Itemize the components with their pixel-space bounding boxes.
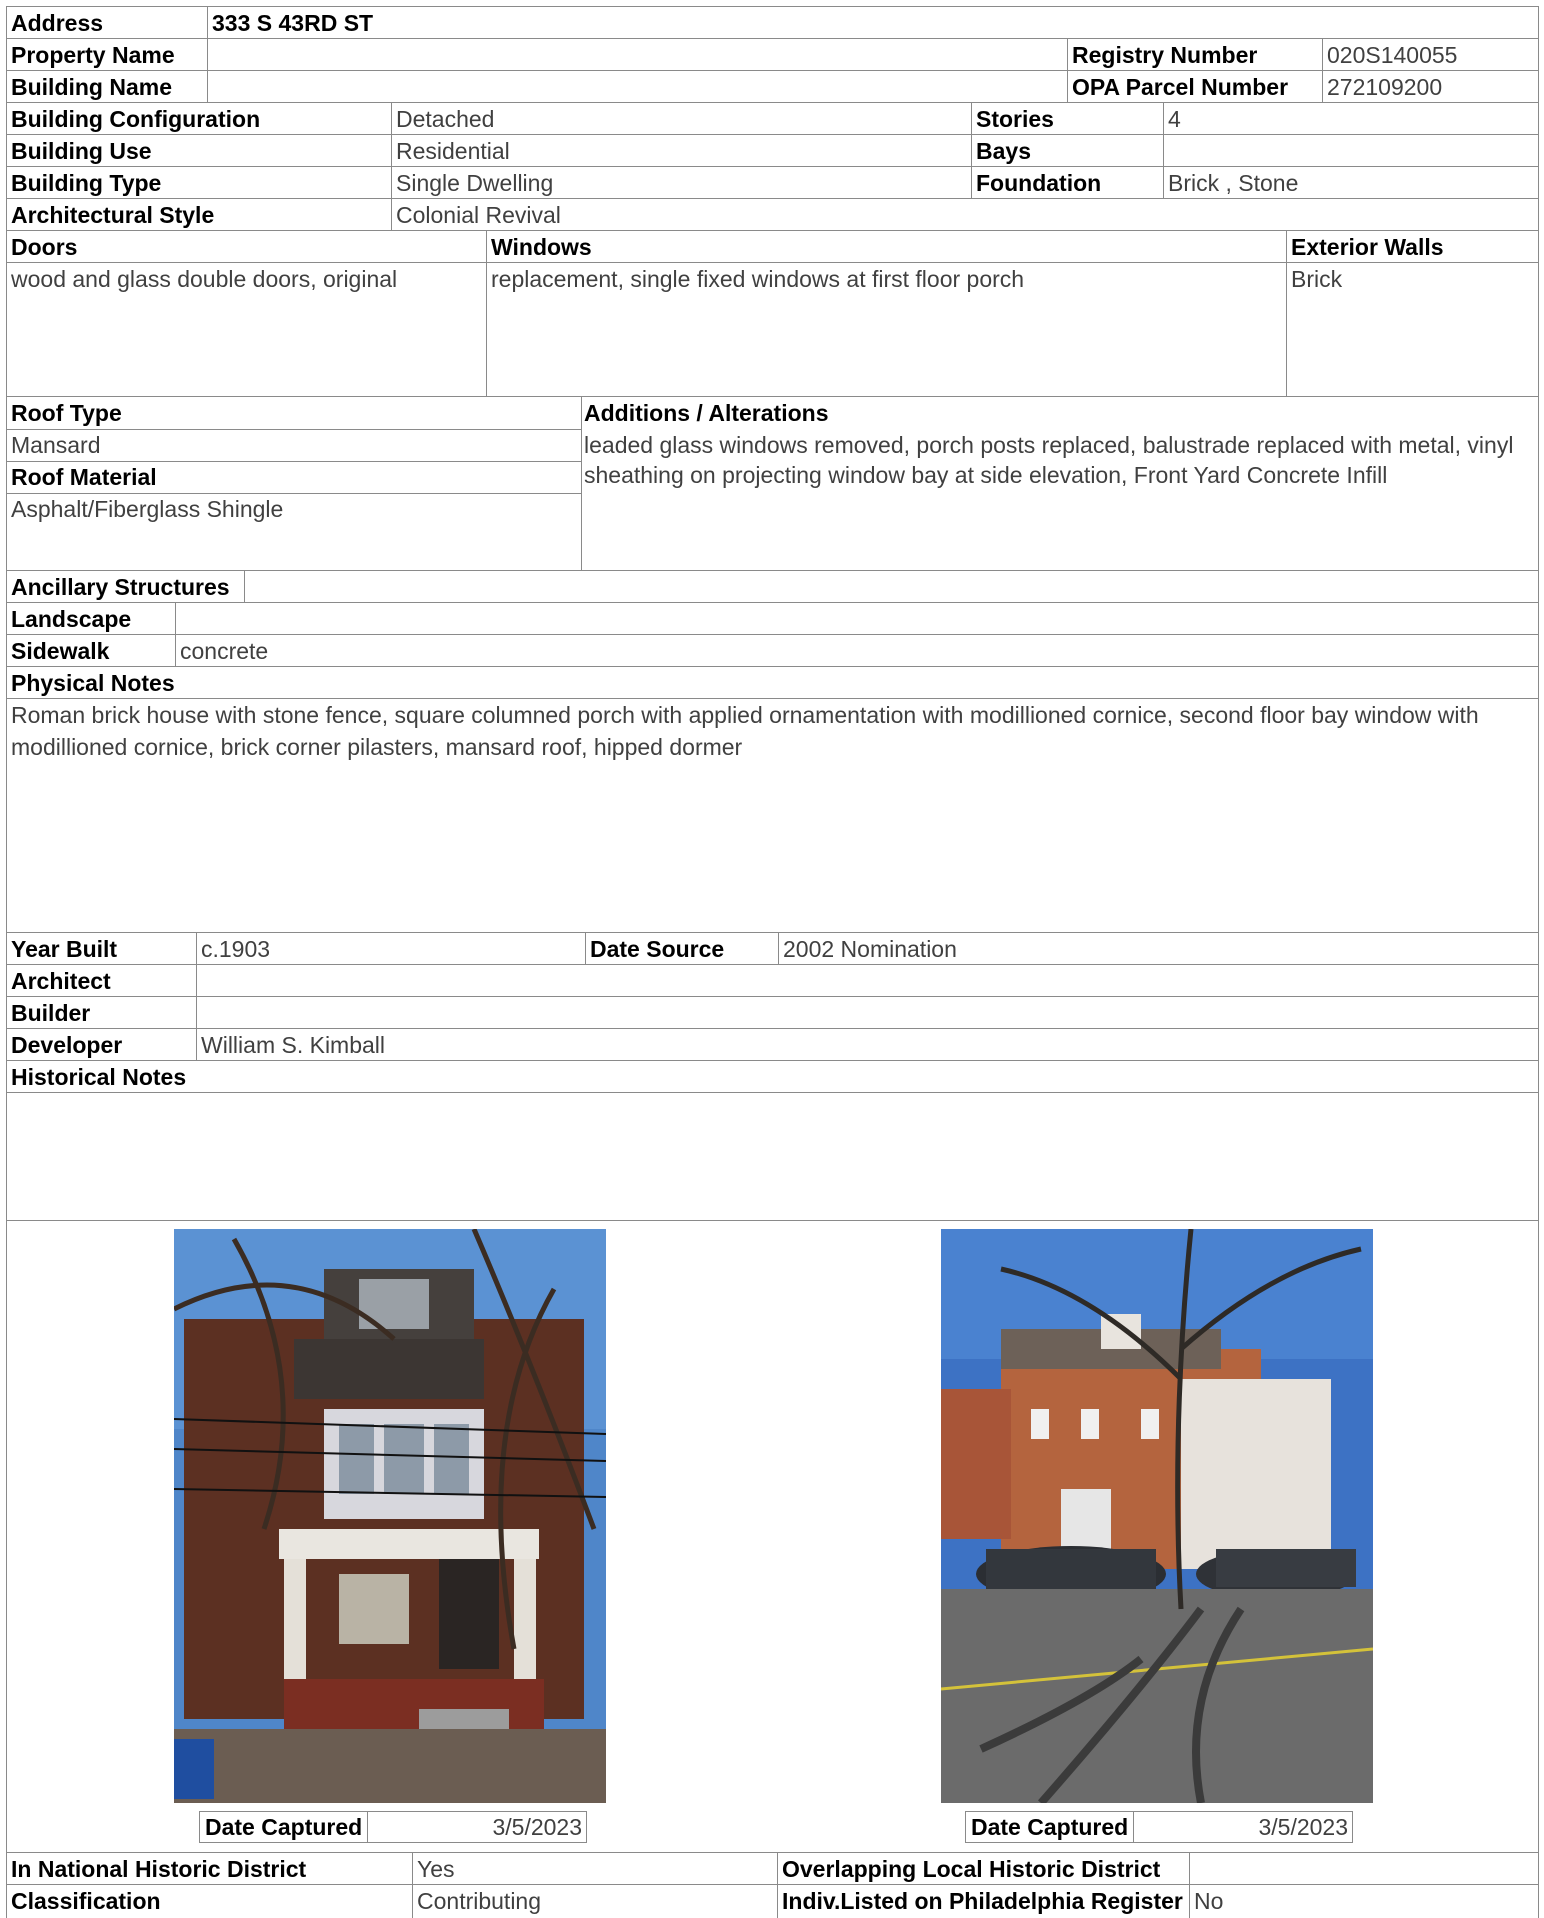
photo-2-date-label: Date Captured [966,1812,1135,1842]
building-use-row: Building Use Residential Bays [7,134,1538,166]
landscape-value [175,603,1538,634]
local-district-value [1189,1853,1538,1884]
photo-1-date-value: 3/5/2023 [492,1814,582,1840]
builder-row: Builder [7,996,1538,1028]
front-elevation-photo [174,1229,606,1803]
roof-column: Roof Type Mansard Roof Material Asphalt/… [7,397,581,570]
photo-2-date-captured: Date Captured 3/5/2023 [965,1811,1353,1843]
roof-additions-block: Roof Type Mansard Roof Material Asphalt/… [7,396,1538,570]
building-configuration-value: Detached [391,103,971,134]
foundation-value: Brick , Stone [1163,167,1538,198]
local-district-label: Overlapping Local Historic District [777,1853,1189,1884]
bays-label: Bays [971,135,1163,166]
building-name-value [207,71,1067,102]
doors-value: wood and glass double doors, original [11,266,398,292]
photo-section: Date Captured 3/5/2023 Date Captured 3/5… [7,1220,1538,1852]
architect-value [196,965,1538,996]
opa-parcel-label: OPA Parcel Number [1067,71,1322,102]
national-district-label: In National Historic District [11,1856,307,1882]
roof-material-label: Roof Material [11,464,157,490]
indiv-listed-label: Indiv.Listed on Philadelphia Register [777,1885,1189,1918]
address-label: Address [11,10,104,36]
developer-value: William S. Kimball [196,1029,1538,1060]
year-built-value: c.1903 [196,933,585,964]
building-name-label: Building Name [11,74,173,100]
doors-windows-header-row: Doors Windows Exterior Walls [7,230,1538,262]
classification-label: Classification [11,1888,161,1914]
date-source-label: Date Source [585,933,778,964]
building-type-value: Single Dwelling [391,167,971,198]
opa-parcel-value: 272109200 [1322,71,1538,102]
windows-label: Windows [486,231,1286,262]
developer-label: Developer [11,1032,123,1058]
exterior-walls-label: Exterior Walls [1286,231,1538,262]
physical-notes-value: Roman brick house with stone fence, squa… [11,702,1479,760]
registry-number-label: Registry Number [1067,39,1322,70]
physical-notes-label: Physical Notes [11,670,175,696]
landscape-row: Landscape [7,602,1538,634]
additions-value: leaded glass windows removed, porch post… [584,432,1514,488]
architectural-style-value: Colonial Revival [391,199,1538,230]
photo-2-date-value: 3/5/2023 [1258,1814,1348,1840]
national-district-row: In National Historic District Yes Overla… [7,1852,1538,1884]
roof-material-value: Asphalt/Fiberglass Shingle [11,496,284,522]
windows-value: replacement, single fixed windows at fir… [486,263,1286,396]
building-use-value: Residential [391,135,971,166]
ancillary-label: Ancillary Structures [7,571,245,602]
ancillary-value [245,571,1538,602]
date-source-value: 2002 Nomination [778,933,1538,964]
classification-value: Contributing [412,1885,777,1918]
stories-label: Stories [971,103,1163,134]
registry-number-value: 020S140055 [1322,39,1538,70]
photo-1-date-label: Date Captured [200,1812,369,1842]
building-name-row: Building Name OPA Parcel Number 27210920… [7,70,1538,102]
bays-value [1163,135,1538,166]
builder-label: Builder [11,1000,91,1026]
physical-notes-header: Physical Notes [7,666,1538,698]
doors-windows-values-row: wood and glass double doors, original re… [7,262,1538,396]
indiv-listed-value: No [1189,1885,1538,1918]
exterior-walls-value: Brick [1286,263,1538,396]
photo-1-date-captured: Date Captured 3/5/2023 [199,1811,587,1843]
address-row: Address 333 S 43RD ST [7,6,1538,38]
historical-notes-header: Historical Notes [7,1060,1538,1092]
address-value: 333 S 43RD ST [207,7,1538,38]
sidewalk-value: concrete [175,635,1538,666]
building-use-label: Building Use [11,138,152,164]
property-record-sheet: Address 333 S 43RD ST Property Name Regi… [6,6,1539,1918]
additions-label: Additions / Alterations [584,400,829,426]
building-configuration-row: Building Configuration Detached Stories … [7,102,1538,134]
sidewalk-label: Sidewalk [11,638,110,664]
architectural-style-row: Architectural Style Colonial Revival [7,198,1538,230]
historical-notes-body [7,1092,1538,1220]
stories-value: 4 [1163,103,1538,134]
side-elevation-photo [941,1229,1373,1803]
foundation-label: Foundation [971,167,1163,198]
year-built-row: Year Built c.1903 Date Source 2002 Nomin… [7,932,1538,964]
roof-type-label: Roof Type [11,400,122,426]
landscape-label: Landscape [11,606,132,632]
historical-notes-value [7,1093,1538,1220]
property-name-value [207,39,1067,70]
developer-row: Developer William S. Kimball [7,1028,1538,1060]
property-name-row: Property Name Registry Number 020S140055 [7,38,1538,70]
additions-column: Additions / Alterations leaded glass win… [581,397,1538,570]
property-name-label: Property Name [11,42,175,68]
ancillary-row: Ancillary Structures [7,570,1538,602]
building-configuration-label: Building Configuration [11,106,261,132]
roof-type-value: Mansard [11,432,101,458]
historical-notes-label: Historical Notes [11,1064,187,1090]
builder-value [196,997,1538,1028]
physical-notes-body: Roman brick house with stone fence, squa… [7,698,1538,932]
architect-label: Architect [11,968,111,994]
classification-row: Classification Contributing Indiv.Listed… [7,1884,1538,1918]
building-type-row: Building Type Single Dwelling Foundation… [7,166,1538,198]
year-built-label: Year Built [11,936,118,962]
architect-row: Architect [7,964,1538,996]
sidewalk-row: Sidewalk concrete [7,634,1538,666]
national-district-value: Yes [412,1853,777,1884]
doors-label: Doors [11,234,78,260]
building-type-label: Building Type [11,170,162,196]
architectural-style-label: Architectural Style [11,202,215,228]
